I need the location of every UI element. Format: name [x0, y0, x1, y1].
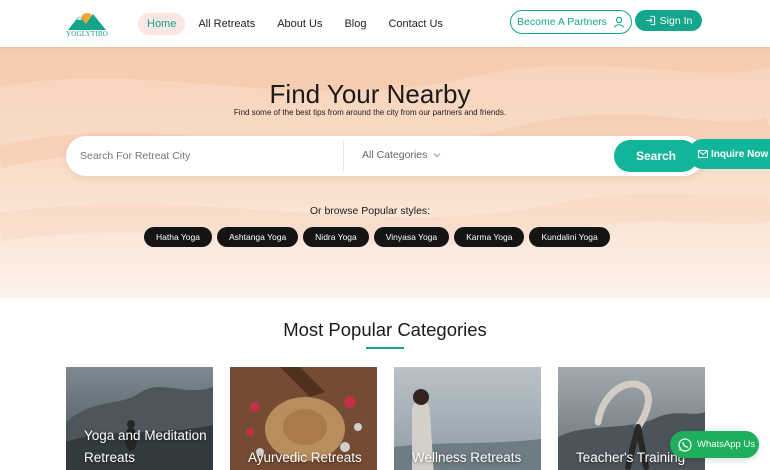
nav-blog[interactable]: Blog: [335, 13, 375, 35]
sign-in-button[interactable]: Sign In: [635, 10, 702, 31]
nav-home[interactable]: Home: [138, 13, 186, 35]
become-partner-label: Become A Partners: [517, 16, 607, 28]
whatsapp-icon: [678, 437, 692, 452]
main-nav: Home All Retreats About Us Blog Contact …: [138, 13, 456, 35]
search-divider: [343, 141, 344, 171]
site-logo[interactable]: YOGLYTIBO: [66, 10, 108, 40]
style-pill-vinyasa-yoga[interactable]: Vinyasa Yoga: [373, 227, 450, 247]
person-outline-icon: [613, 16, 624, 28]
category-label: Ayurvedic Retreats: [248, 450, 362, 465]
popular-styles-list: Hatha Yoga Ashtanga Yoga Nidra Yoga Viny…: [144, 227, 615, 247]
category-card-wellness[interactable]: Wellness Retreats: [394, 367, 541, 470]
retreat-city-search-input[interactable]: [80, 146, 330, 166]
retreat-search-bar: All Categories Search: [66, 136, 704, 176]
sign-in-arrow-icon: [645, 15, 655, 26]
chevron-down-icon: [434, 153, 441, 158]
logo-text: YOGLYTIBO: [66, 30, 108, 38]
popular-categories-title: Most Popular Categories: [283, 319, 487, 340]
nav-all-retreats[interactable]: All Retreats: [189, 13, 264, 35]
inquire-now-button[interactable]: Inquire Now: [688, 139, 770, 169]
browse-styles-label: Or browse Popular styles:: [309, 205, 431, 217]
style-pill-kundalini-yoga[interactable]: Kundalini Yoga: [529, 227, 610, 247]
hero-section: Find Your Nearby Find some of the best t…: [0, 47, 770, 298]
category-label: Yoga and Meditation Retreats: [84, 428, 207, 465]
inquire-now-label: Inquire Now: [711, 148, 769, 160]
site-header: YOGLYTIBO Home All Retreats About Us Blo…: [0, 0, 770, 47]
title-underline: [366, 347, 404, 349]
category-card-ayurvedic[interactable]: Ayurvedic Retreats: [230, 367, 377, 470]
nav-contact-us[interactable]: Contact Us: [379, 13, 451, 35]
category-label: Wellness Retreats: [412, 450, 522, 465]
style-pill-hatha-yoga[interactable]: Hatha Yoga: [144, 227, 212, 247]
category-select[interactable]: All Categories: [362, 149, 441, 161]
envelope-icon: [698, 150, 708, 158]
mountain-logo-icon: [68, 13, 106, 30]
whatsapp-button[interactable]: WhatsApp Us: [670, 431, 759, 458]
whatsapp-label: WhatsApp Us: [697, 439, 756, 450]
hero-subtitle: Find some of the best tips from around t…: [233, 108, 507, 117]
style-pill-nidra-yoga[interactable]: Nidra Yoga: [303, 227, 369, 247]
style-pill-ashtanga-yoga[interactable]: Ashtanga Yoga: [216, 227, 299, 247]
nav-about-us[interactable]: About Us: [268, 13, 331, 35]
category-card-yoga-meditation[interactable]: Yoga and Meditation Retreats: [66, 367, 213, 470]
hero-title: Find Your Nearby: [269, 79, 471, 109]
search-button[interactable]: Search: [614, 140, 698, 172]
become-partner-button[interactable]: Become A Partners: [510, 10, 632, 34]
category-select-value: All Categories: [362, 149, 428, 161]
style-pill-karma-yoga[interactable]: Karma Yoga: [454, 227, 525, 247]
sign-in-label: Sign In: [659, 14, 693, 27]
